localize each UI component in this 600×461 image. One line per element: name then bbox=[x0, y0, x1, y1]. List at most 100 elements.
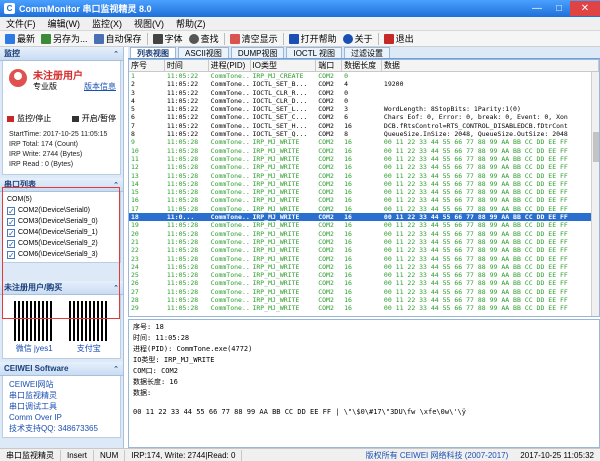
maximize-button[interactable]: □ bbox=[548, 1, 570, 16]
table-row[interactable]: 11 11:05:28 CommTone... IRP_MJ_WRITE COM2 16 0… bbox=[129, 155, 599, 163]
table-row[interactable]: 21 11:05:28 CommTone... IRP_MJ_WRITE COM2 16 0… bbox=[129, 238, 599, 246]
col-length[interactable]: 数据长度 bbox=[342, 60, 382, 71]
table-row[interactable]: 16 11:05:28 CommTone... IRP_MJ_WRITE COM2 16 0… bbox=[129, 196, 599, 204]
menu-monitor[interactable]: 监控(X) bbox=[86, 17, 128, 30]
table-row[interactable]: 15 11:05:28 CommTone... IRP_MJ_WRITE COM2 16 0… bbox=[129, 188, 599, 196]
link-serial-debugger[interactable]: 串口调试工具 bbox=[9, 401, 114, 412]
minimize-button[interactable]: — bbox=[526, 1, 548, 16]
table-row[interactable]: 13 11:05:28 CommTone... IRP_MJ_WRITE COM2 16 0… bbox=[129, 172, 599, 180]
ports-panel-header[interactable]: 串口列表 ⌃ bbox=[0, 178, 123, 192]
table-row[interactable]: 1 11:05:22 CommTone... IRP_MJ_CREATE COM2 0 bbox=[129, 72, 599, 80]
register-header-label: 未注册用户/购买 bbox=[4, 283, 63, 292]
checkbox[interactable] bbox=[7, 206, 15, 217]
tab-ascii-view[interactable]: ASCII视图 bbox=[178, 47, 229, 58]
col-io-type[interactable]: IO类型 bbox=[251, 60, 317, 71]
checkbox[interactable] bbox=[7, 217, 15, 228]
table-row[interactable]: 12 11:05:28 CommTone... IRP_MJ_WRITE COM2 16 0… bbox=[129, 163, 599, 171]
tab-dump-view[interactable]: DUMP视图 bbox=[230, 47, 285, 58]
cell-seq: 11 bbox=[131, 154, 139, 163]
link-support-qq[interactable]: 技术支持QQ: 348673365 bbox=[9, 423, 114, 434]
cell-seq: 28 bbox=[131, 296, 139, 305]
tab-ioctl-view[interactable]: IOCTL 视图 bbox=[286, 47, 342, 58]
cell-seq: 15 bbox=[131, 188, 139, 197]
table-scrollbar[interactable] bbox=[591, 72, 599, 316]
port-item[interactable]: COM6(\Device\Serial9_3) bbox=[7, 249, 116, 261]
cell-length: 6 bbox=[344, 113, 349, 122]
col-process[interactable]: 进程(PID) bbox=[209, 60, 251, 71]
table-row[interactable]: 3 11:05:22 CommTone... IOCTL_CLR_R... COM2 0 bbox=[129, 89, 599, 97]
cell-time: 11:05:22 bbox=[166, 113, 199, 122]
stat-irp-write: IRP Write: 2744 (Bytes) bbox=[9, 151, 83, 158]
table-row[interactable]: 29 11:05:28 CommTone... IRP_MJ_WRITE COM2 16 0… bbox=[129, 304, 599, 312]
table-row[interactable]: 19 11:05:28 CommTone... IRP_MJ_WRITE COM2 16 0… bbox=[129, 221, 599, 229]
table-row[interactable]: 5 11:05:22 CommTone... IOCTL_SET_L... COM2 3 W… bbox=[129, 105, 599, 113]
font-button[interactable]: 字体 bbox=[150, 32, 186, 46]
port-item[interactable]: COM3(\Device\Serial9_0) bbox=[7, 216, 116, 228]
table-row[interactable]: 8 11:05:22 CommTone... IOCTL_SET_Q... COM2 8 Q… bbox=[129, 130, 599, 138]
link-serial-monitor[interactable]: 串口监视精灵 bbox=[9, 390, 114, 401]
clear-button[interactable]: 清空显示 bbox=[227, 32, 281, 46]
cell-io-type: IOCTL_SET_C... bbox=[252, 113, 308, 122]
checkbox[interactable] bbox=[7, 228, 15, 239]
ceiwei-panel-header[interactable]: CEIWEI Software ⌃ bbox=[0, 362, 123, 376]
port-label: COM3(\Device\Serial9_0) bbox=[18, 218, 98, 225]
cell-data: 00 11 22 33 44 55 66 77 88 99 AA BB CC D… bbox=[383, 146, 568, 155]
cell-seq: 16 bbox=[131, 196, 139, 205]
table-row[interactable]: 24 11:05:28 CommTone... IRP_MJ_WRITE COM2 16 0… bbox=[129, 263, 599, 271]
open-pause-button[interactable]: 开启/暂停 bbox=[71, 113, 116, 124]
font-icon bbox=[152, 33, 163, 44]
table-row[interactable]: 2 11:05:22 CommTone... IOCTL_SET_B... COM2 4 1… bbox=[129, 80, 599, 88]
scrollbar-thumb[interactable] bbox=[593, 132, 599, 162]
cell-length: 0 bbox=[344, 96, 349, 105]
col-port[interactable]: 端口 bbox=[316, 60, 343, 71]
monitor-panel-header[interactable]: 监控 ⌃ bbox=[0, 47, 123, 61]
table-row[interactable]: 9 11:05:28 CommTone... IRP_MJ_WRITE COM2 16 00… bbox=[129, 138, 599, 146]
status-copyright[interactable]: 版权所有 CEIWEI 网络科技 (2007-2017) bbox=[360, 450, 515, 461]
port-item[interactable]: COM2(\Device\Serial0) bbox=[7, 205, 116, 217]
col-seq[interactable]: 序号 bbox=[129, 60, 165, 71]
exit-button[interactable]: 退出 bbox=[381, 32, 417, 46]
table-row[interactable]: 25 11:05:28 CommTone... IRP_MJ_WRITE COM2 16 0… bbox=[129, 271, 599, 279]
port-item[interactable]: COM4(\Device\Serial9_1) bbox=[7, 227, 116, 239]
col-data[interactable]: 数据 bbox=[382, 60, 599, 71]
menu-file[interactable]: 文件(F) bbox=[0, 17, 42, 30]
cell-data: 00 11 22 33 44 55 66 77 88 99 AA BB CC D… bbox=[383, 188, 568, 197]
cell-data: 00 11 22 33 44 55 66 77 88 99 AA BB CC D… bbox=[383, 246, 568, 255]
table-row[interactable]: 4 11:05:22 CommTone... IOCTL_CLR_D... COM2 0 bbox=[129, 97, 599, 105]
menu-edit[interactable]: 编辑(W) bbox=[42, 17, 87, 30]
about-button[interactable]: 关于 bbox=[340, 32, 376, 46]
table-row[interactable]: 26 11:05:28 CommTone... IRP_MJ_WRITE COM2 16 0… bbox=[129, 279, 599, 287]
port-item[interactable]: COM5(\Device\Serial9_2) bbox=[7, 238, 116, 250]
table-row[interactable]: 28 11:05:28 CommTone... IRP_MJ_WRITE COM2 16 0… bbox=[129, 296, 599, 304]
checkbox[interactable] bbox=[7, 250, 15, 261]
menu-help[interactable]: 帮助(Z) bbox=[170, 17, 212, 30]
table-row[interactable]: 17 11:05:28 CommTone... IRP_MJ_WRITE COM2 16 0… bbox=[129, 205, 599, 213]
tab-filter-settings[interactable]: 过滤设置 bbox=[343, 47, 390, 58]
cell-length: 16 bbox=[344, 237, 352, 246]
link-ceiwei-site[interactable]: CEIWEI网站 bbox=[9, 379, 114, 390]
table-row[interactable]: 6 11:05:22 CommTone... IOCTL_SET_C... COM2 6 C… bbox=[129, 113, 599, 121]
cell-time: 11:05:28 bbox=[166, 237, 199, 246]
table-row[interactable]: 10 11:05:28 CommTone... IRP_MJ_WRITE COM2 16 0… bbox=[129, 147, 599, 155]
col-time[interactable]: 时间 bbox=[165, 60, 209, 71]
start-stop-button[interactable]: 监控/停止 bbox=[7, 113, 51, 124]
help-button[interactable]: 打开帮助 bbox=[286, 32, 340, 46]
table-row[interactable]: 14 11:05:28 CommTone... IRP_MJ_WRITE COM2 16 0… bbox=[129, 180, 599, 188]
new-button[interactable]: 最新 bbox=[2, 32, 38, 46]
version-info-link[interactable]: 版本信息 bbox=[84, 81, 116, 92]
search-button[interactable]: 查找 bbox=[186, 32, 222, 46]
table-row[interactable]: 7 11:05:22 CommTone... IOCTL_SET_H... COM2 16… bbox=[129, 122, 599, 130]
table-row[interactable]: 22 11:05:28 CommTone... IRP_MJ_WRITE COM2 16 0… bbox=[129, 246, 599, 254]
menu-view[interactable]: 视图(V) bbox=[128, 17, 170, 30]
close-button[interactable]: ✕ bbox=[570, 1, 600, 16]
table-row[interactable]: 27 11:05:28 CommTone... IRP_MJ_WRITE COM2 16 0… bbox=[129, 288, 599, 296]
checkbox[interactable] bbox=[7, 239, 15, 250]
table-row[interactable]: 23 11:05:28 CommTone... IRP_MJ_WRITE COM2 16 0… bbox=[129, 255, 599, 263]
autosave-button[interactable]: 自动保存 bbox=[91, 32, 145, 46]
link-comm-over-ip[interactable]: Comm Over IP bbox=[9, 412, 114, 423]
register-panel-header[interactable]: 未注册用户/购买 ⌃ bbox=[0, 281, 123, 295]
table-row-selected[interactable]: 18 11:0... CommTone... IRP_MJ_WRITE COM2 16 00… bbox=[129, 213, 599, 222]
tab-list-view[interactable]: 列表视图 bbox=[130, 47, 176, 58]
table-row[interactable]: 20 11:05:28 CommTone... IRP_MJ_WRITE COM2 16 0… bbox=[129, 230, 599, 238]
save-as-button[interactable]: 另存为... bbox=[38, 32, 91, 46]
